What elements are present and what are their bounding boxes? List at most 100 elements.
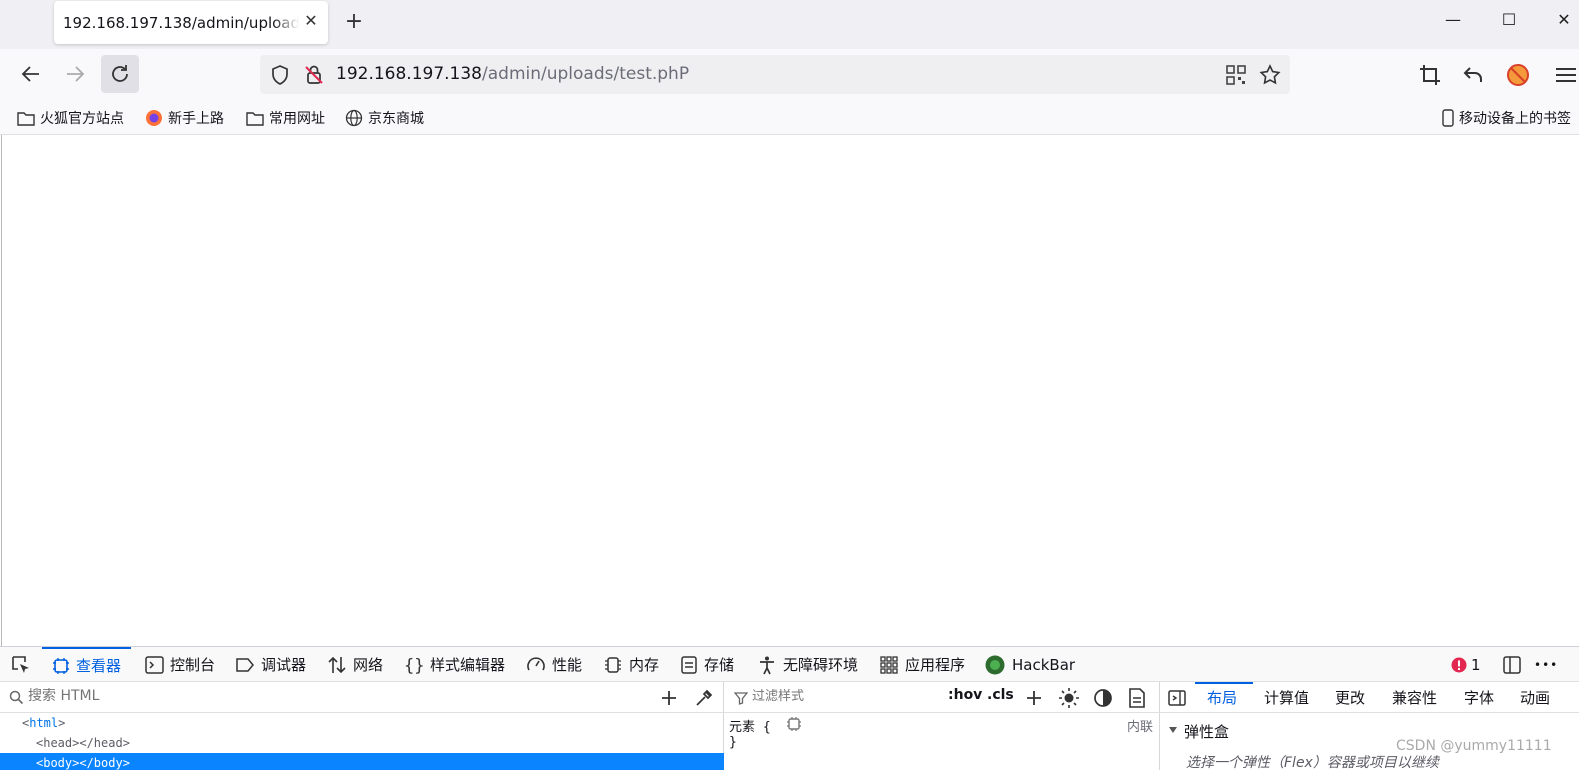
dark-mode-contrast-icon[interactable] [1092,687,1114,709]
tab-label: 调试器 [261,656,307,674]
error-icon [1451,657,1467,672]
tab-inspector[interactable]: 查看器 [42,647,132,682]
layout-sidebar-panel: 布局 计算值 更改 兼容性 字体 动画 弹性盒 选择一个弹性（Flex）容器或项… [1160,682,1579,770]
firefox-logo-icon [146,110,162,126]
console-icon [145,655,164,674]
collapse-triangle-icon[interactable] [1168,725,1178,735]
back-button[interactable] [12,55,50,93]
reload-icon [112,65,128,82]
tab-debugger[interactable]: 调试器 [235,647,306,682]
tab-hackbar[interactable]: HackBar [984,647,1075,682]
undo-icon[interactable] [1461,62,1487,88]
devtools-toolbar: 查看器 控制台 调试器 网络 {} 样式编辑器 性能 内存 存储 无障碍环境 应… [0,646,1579,682]
error-count-badge[interactable]: 1 [1451,647,1481,682]
tab-close-icon[interactable]: ✕ [301,11,321,33]
element-picker-button[interactable] [10,647,38,682]
page-content-area[interactable] [1,135,1579,646]
maximize-button[interactable]: ☐ [1494,10,1524,36]
selected-tab-indicator [1195,682,1253,684]
add-node-plus-icon[interactable] [659,688,679,708]
shield-icon[interactable] [268,63,292,87]
crop-screenshot-icon[interactable] [1417,62,1443,88]
html-search-input[interactable] [28,688,328,704]
inline-source-label: 内联 [1127,720,1154,735]
url-text[interactable]: 192.168.197.138/admin/uploads/test.phP [336,64,689,84]
qr-code-icon[interactable] [1224,63,1248,87]
bookmark-getting-started[interactable]: 新手上路 [145,107,224,129]
tab-memory[interactable]: 内存 [603,647,659,682]
storage-icon [681,655,697,674]
tab-layout[interactable]: 布局 [1207,687,1237,708]
rule-close-brace: } [729,735,737,750]
menu-hamburger-icon[interactable] [1553,62,1579,88]
tree-node-body-selected[interactable]: <body></body> [0,753,724,770]
accessibility-person-icon [760,656,774,674]
memory-chip-icon [605,656,621,673]
bookmark-folder-common-sites[interactable]: 常用网址 [246,107,325,129]
class-toggle-button[interactable]: .cls [987,687,1014,709]
new-tab-button[interactable]: + [340,9,368,37]
bookmark-star-icon[interactable] [1258,63,1282,87]
tab-animations[interactable]: 动画 [1520,687,1550,708]
light-mode-sun-icon[interactable] [1058,687,1080,709]
forward-button[interactable] [56,55,94,93]
url-path: /admin/uploads/test.phP [482,64,690,84]
styles-filter-row: :hov .cls [724,682,1160,713]
rules-panel: :hov .cls 元素 { 内联 } [724,682,1160,770]
tab-style-editor[interactable]: {} 样式编辑器 [404,647,505,682]
tab-application[interactable]: 应用程序 [879,647,965,682]
tab-network[interactable]: 网络 [327,647,383,682]
tree-node-html[interactable]: <html> [22,713,65,733]
mobile-bookmarks[interactable]: 移动设备上的书签 [1442,107,1571,129]
flexbox-section-title[interactable]: 弹性盒 [1184,721,1229,742]
toggle-sidebar-icon[interactable] [1167,688,1187,708]
tab-label: 存储 [704,656,735,674]
search-icon [9,690,24,705]
node-grid-icon[interactable] [786,716,802,732]
element-rule-selector[interactable]: 元素 { [729,716,771,735]
url-host: 192.168.197.138 [336,64,483,84]
url-bar[interactable]: 192.168.197.138/admin/uploads/test.phP [260,55,1290,94]
eyedropper-icon[interactable] [694,688,714,708]
bookmark-folder-firefox-official[interactable]: 火狐官方站点 [17,107,124,129]
inspector-markup-panel: <html> <head></head> <body></body> [0,682,724,770]
tab-console[interactable]: 控制台 [145,647,215,682]
add-rule-plus-icon[interactable] [1024,688,1044,708]
insecure-lock-icon[interactable] [302,63,326,87]
reload-button[interactable] [101,55,139,93]
tab-accessibility[interactable]: 无障碍环境 [757,647,858,682]
tab-performance[interactable]: 性能 [526,647,582,682]
tab-compatibility[interactable]: 兼容性 [1392,687,1437,708]
braces-icon: {} [404,656,424,675]
bookmark-label: 京东商城 [368,111,424,127]
print-media-document-icon[interactable] [1127,687,1147,709]
tab-label: 控制台 [170,656,216,674]
window-close-button[interactable]: ✕ [1549,10,1579,36]
tab-computed[interactable]: 计算值 [1264,687,1309,708]
bookmark-jd-mall[interactable]: 京东商城 [345,107,424,129]
hover-pseudo-button[interactable]: :hov [948,687,982,709]
tab-fonts[interactable]: 字体 [1464,687,1494,708]
tab-changes[interactable]: 更改 [1335,687,1365,708]
tab-strip: 192.168.197.138/admin/uploads/test.phP ✕… [0,0,1579,49]
dock-toggle-button[interactable] [1502,647,1528,682]
tab-storage[interactable]: 存储 [680,647,734,682]
tab-label: 应用程序 [905,656,966,674]
app-grid-icon [880,655,898,674]
tab-label: 性能 [552,656,583,674]
debugger-icon [236,657,254,672]
minimize-button[interactable]: — [1438,10,1468,36]
extension-blocked-icon[interactable] [1505,62,1531,88]
browser-tab-active[interactable]: 192.168.197.138/admin/uploads/test.phP ✕ [54,1,328,44]
bookmark-label: 常用网址 [269,111,325,127]
tab-title: 192.168.197.138/admin/uploads/test.phP [63,14,299,32]
tab-label: 样式编辑器 [430,656,506,674]
folder-icon [246,112,264,126]
hackbar-logo-icon [985,655,1005,674]
tree-node-head[interactable]: <head></head> [36,733,130,753]
styles-filter-input[interactable] [752,689,932,704]
bookmarks-toolbar: 火狐官方站点 新手上路 常用网址 京东商城 移动设备上的书签 [0,101,1579,135]
error-count: 1 [1471,655,1481,674]
bookmark-label: 新手上路 [168,111,224,127]
more-options-button[interactable]: ••• [1534,647,1558,682]
